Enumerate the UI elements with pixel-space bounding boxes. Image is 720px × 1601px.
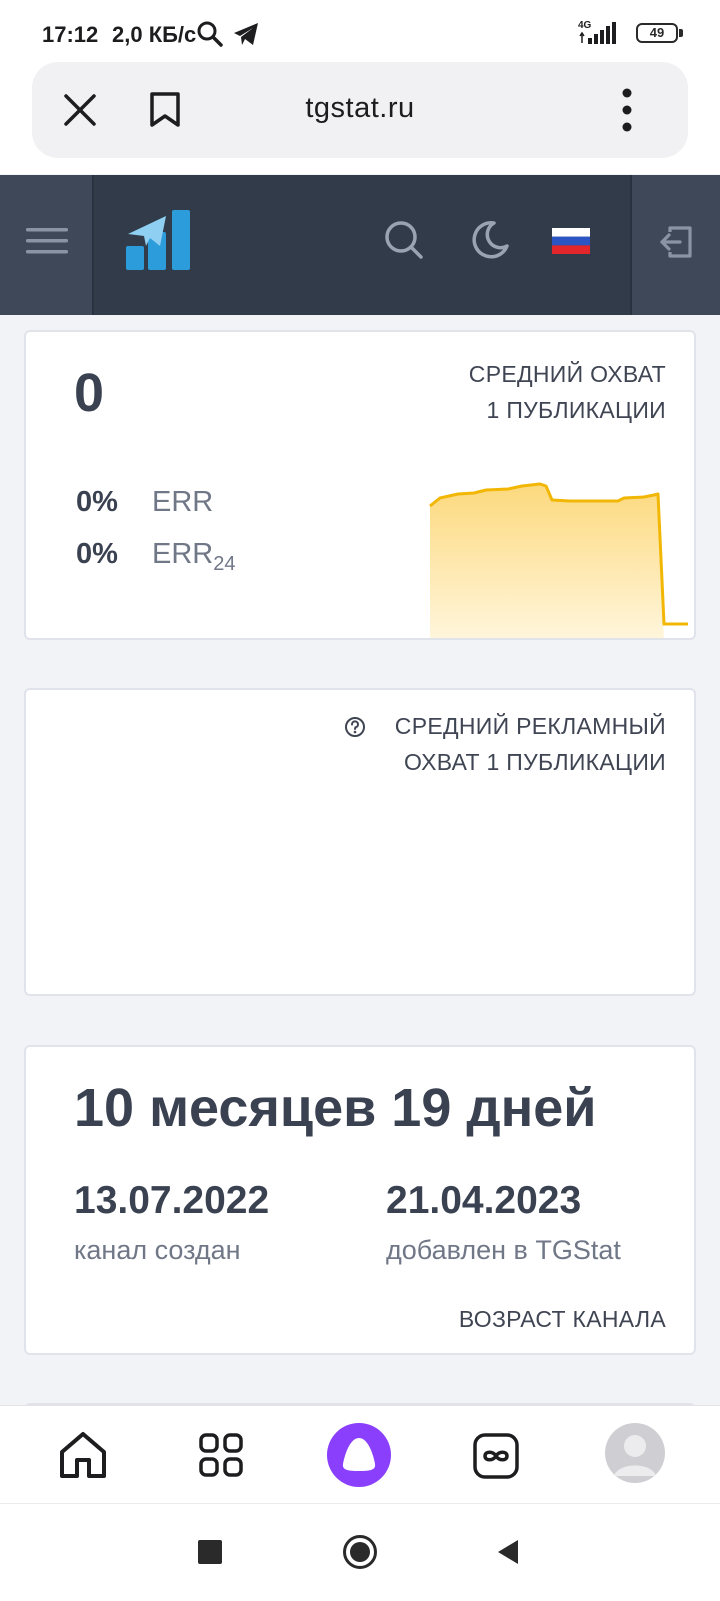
channel-age-value: 10 месяцев 19 дней <box>74 1078 597 1138</box>
average-ad-reach-label: СРЕДНИЙ РЕКЛАМНЫЙ ОХВАТ 1 ПУБЛИКАЦИИ <box>395 708 666 780</box>
search-icon <box>197 21 223 47</box>
average-ad-reach-label-line2: ОХВАТ 1 ПУБЛИКАЦИИ <box>403 749 666 775</box>
added-date: 21.04.2023 <box>386 1179 582 1222</box>
reach-sparkline <box>429 482 688 638</box>
err24-value: 0% <box>76 538 118 570</box>
battery-tip <box>679 29 683 37</box>
hamburger-icon[interactable] <box>26 226 68 256</box>
created-label: канал создан <box>74 1235 241 1265</box>
profile-avatar[interactable] <box>604 1422 666 1484</box>
average-ad-reach-card: СРЕДНИЙ РЕКЛАМНЫЙ ОХВАТ 1 ПУБЛИКАЦИИ <box>24 688 696 996</box>
channel-age-label: ВОЗРАСТ КАНАЛА <box>458 1306 666 1332</box>
status-time: 17:12 <box>42 22 99 47</box>
home-icon[interactable] <box>58 1430 108 1480</box>
err24-subscript: 24 <box>213 552 236 575</box>
back-icon[interactable] <box>496 1538 520 1566</box>
help-icon[interactable] <box>344 716 366 738</box>
site-header <box>0 175 720 315</box>
login-icon[interactable] <box>658 224 694 260</box>
average-ad-reach-label-line1: СРЕДНИЙ РЕКЛАМНЫЙ <box>394 713 666 739</box>
search-icon[interactable] <box>384 220 424 260</box>
network-speed: 2,0 КБ/с <box>112 22 197 47</box>
url-text[interactable]: tgstat.ru <box>0 92 720 125</box>
average-reach-label-line1: СРЕДНИЙ ОХВАТ <box>468 361 666 387</box>
battery-indicator: 49 <box>636 23 678 43</box>
tabs-icon[interactable] <box>472 1432 520 1480</box>
created-date: 13.07.2022 <box>74 1179 270 1222</box>
average-reach-label-line2: 1 ПУБЛИКАЦИИ <box>486 397 666 423</box>
russian-flag-icon[interactable] <box>552 228 590 254</box>
err-label: ERR <box>152 486 214 518</box>
average-reach-card: 0 СРЕДНИЙ ОХВАТ 1 ПУБЛИКАЦИИ 0% ERR 0% E… <box>24 330 696 640</box>
err24-label: ERR24 <box>152 538 236 575</box>
more-options-icon[interactable] <box>620 88 634 132</box>
average-reach-value: 0 <box>74 363 105 423</box>
home-circle-icon[interactable] <box>342 1534 378 1570</box>
average-reach-label: СРЕДНИЙ ОХВАТ 1 ПУБЛИКАЦИИ <box>469 356 666 428</box>
signal-icon <box>579 22 616 44</box>
alice-assistant-icon[interactable] <box>326 1422 392 1488</box>
recents-icon[interactable] <box>198 1540 222 1564</box>
dark-mode-icon[interactable] <box>470 220 510 260</box>
added-label: добавлен в TGStat <box>386 1235 621 1265</box>
tgstat-logo-icon[interactable] <box>126 206 192 272</box>
apps-icon[interactable] <box>198 1432 244 1478</box>
telegram-icon <box>234 23 258 45</box>
err-value: 0% <box>76 486 118 518</box>
channel-age-card: 10 месяцев 19 дней 13.07.2022 канал созд… <box>24 1045 696 1355</box>
